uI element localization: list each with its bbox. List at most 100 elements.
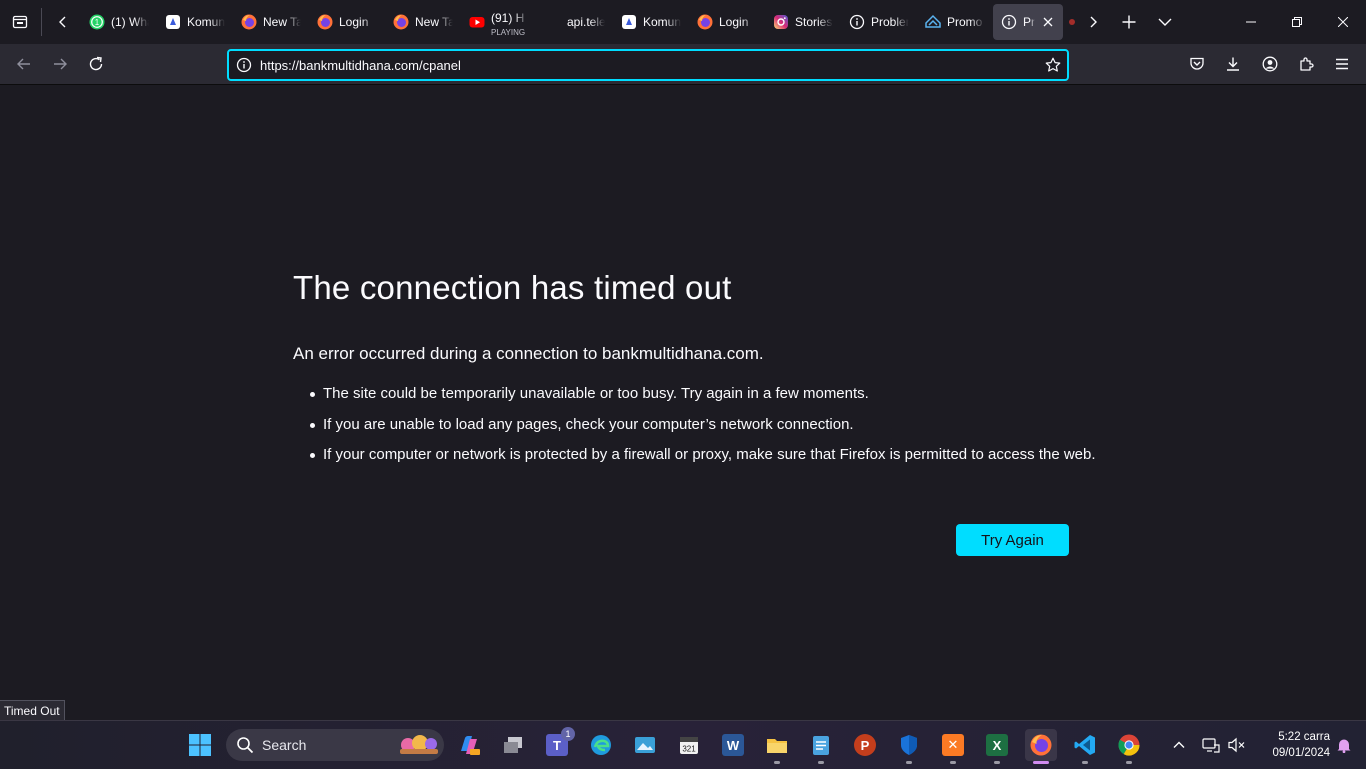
status-panel: Timed Out — [0, 700, 65, 721]
word-button[interactable]: W — [717, 729, 749, 761]
pocket-button[interactable] — [1181, 48, 1213, 80]
list-all-tabs-button[interactable] — [1147, 4, 1183, 40]
bookmark-star-icon[interactable] — [1045, 57, 1061, 73]
minimize-button[interactable] — [1228, 0, 1274, 44]
notepad-icon — [809, 733, 833, 757]
tab-new-tab[interactable]: New Tab — [233, 4, 309, 40]
downloads-button[interactable] — [1217, 48, 1249, 80]
tab-promo[interactable]: Promo — [917, 4, 993, 40]
tab-new-tab[interactable]: New Tab — [385, 4, 461, 40]
firefox-icon — [1029, 733, 1053, 757]
task-view-button[interactable] — [497, 729, 529, 761]
file-explorer-icon — [765, 733, 789, 757]
komu-site-icon — [165, 14, 181, 30]
tab-title: Komunitas — [187, 15, 225, 29]
teams-notification-badge: 1 — [561, 727, 575, 741]
notepad-button[interactable] — [805, 729, 837, 764]
tab-telegram-api[interactable]: api.telegra — [537, 4, 613, 40]
telegram-icon — [545, 14, 561, 30]
bell-icon — [1337, 739, 1351, 753]
whatsapp-icon: 1 — [89, 14, 105, 30]
tab-title: Komunitas — [643, 15, 681, 29]
notifications-button[interactable] — [1330, 729, 1358, 761]
navigation-toolbar: https://bankmultidhana.com/cpanel — [0, 44, 1366, 85]
vscode-button[interactable] — [1069, 729, 1101, 764]
search-label: Search — [262, 737, 307, 753]
promo-site-icon — [925, 14, 941, 30]
tab-whatsapp[interactable]: 1 (1) WhatsApp — [81, 4, 157, 40]
try-again-button[interactable]: Try Again — [956, 524, 1069, 556]
tab-youtube[interactable]: (91) H PLAYING — [461, 4, 537, 40]
reload-button[interactable] — [80, 48, 112, 80]
chrome-icon — [1117, 733, 1141, 757]
site-info-icon[interactable] — [236, 57, 252, 73]
firefox-view-icon — [12, 15, 28, 29]
list-item: If you are unable to load any pages, che… — [310, 413, 1103, 436]
powerpoint-button[interactable]: P — [849, 729, 881, 761]
photos-icon — [633, 733, 657, 757]
new-tab-button[interactable] — [1111, 4, 1147, 40]
tab-problem-active[interactable]: Problem — [993, 4, 1063, 40]
extensions-button[interactable] — [1290, 48, 1322, 80]
tab-komunitas[interactable]: Komunitas — [157, 4, 233, 40]
copilot-button[interactable] — [453, 729, 485, 761]
url-bar[interactable]: https://bankmultidhana.com/cpanel — [227, 49, 1069, 81]
system-clock[interactable]: 5:22 carra 09/01/2024 — [1254, 729, 1330, 761]
download-icon — [1227, 57, 1239, 71]
xampp-button[interactable]: ✕ — [937, 729, 969, 764]
chevron-right-icon — [1090, 16, 1097, 28]
tab-login[interactable]: Login — [689, 4, 765, 40]
tab-komunitas[interactable]: Komunitas — [613, 4, 689, 40]
xampp-icon: ✕ — [942, 734, 964, 756]
scroll-tabs-left-button[interactable] — [45, 4, 81, 40]
excel-button[interactable]: X — [981, 729, 1013, 764]
chrome-button[interactable] — [1113, 729, 1145, 764]
security-icon — [897, 733, 921, 757]
forward-button[interactable] — [44, 48, 76, 80]
close-tab-icon[interactable] — [1041, 15, 1055, 29]
start-button[interactable] — [184, 729, 216, 761]
file-explorer-button[interactable] — [761, 729, 793, 764]
tab-login[interactable]: Login — [309, 4, 385, 40]
info-icon — [849, 14, 865, 30]
chevron-up-icon — [1173, 741, 1185, 748]
tab-title: New Tab — [415, 15, 453, 29]
running-indicator — [950, 761, 956, 764]
svg-text:321: 321 — [682, 745, 696, 754]
powerpoint-icon: P — [854, 734, 876, 756]
tab-problem[interactable]: Problem — [841, 4, 917, 40]
taskbar-search[interactable]: Search — [226, 729, 444, 761]
running-indicator — [818, 761, 824, 764]
account-button[interactable] — [1254, 48, 1286, 80]
show-hidden-icons-button[interactable] — [1164, 729, 1194, 761]
tab-title: api.telegra — [567, 15, 605, 29]
svg-text:1: 1 — [95, 18, 100, 27]
firefox-view-button[interactable] — [2, 4, 38, 40]
tab-title: Problem — [1023, 15, 1035, 29]
restore-button[interactable] — [1274, 0, 1320, 44]
pocket-icon — [1190, 57, 1204, 70]
tab-title: Login — [339, 15, 369, 29]
tab-instagram[interactable]: Stories — [765, 4, 841, 40]
list-item: If your computer or network is protected… — [310, 443, 1103, 466]
word-icon: W — [722, 734, 744, 756]
close-window-button[interactable] — [1320, 0, 1366, 44]
teams-button[interactable]: T 1 — [541, 727, 575, 761]
security-button[interactable] — [893, 729, 925, 764]
firefox-taskbar-button[interactable] — [1025, 729, 1057, 764]
app-menu-button[interactable] — [1326, 48, 1358, 80]
url-text[interactable]: https://bankmultidhana.com/cpanel — [260, 58, 461, 73]
youtube-icon — [469, 14, 485, 30]
clock-date: 09/01/2024 — [1272, 747, 1330, 759]
search-icon — [236, 736, 254, 754]
firefox-icon — [393, 14, 409, 30]
volume-status[interactable] — [1222, 729, 1252, 761]
back-button[interactable] — [8, 48, 40, 80]
calendar-button[interactable]: 321 — [673, 729, 705, 761]
edge-button[interactable] — [585, 729, 617, 761]
firefox-icon — [697, 14, 713, 30]
photos-button[interactable] — [629, 729, 661, 761]
network-icon — [1202, 738, 1220, 753]
restore-icon — [1292, 17, 1302, 27]
scroll-tabs-right-button[interactable] — [1075, 4, 1111, 40]
